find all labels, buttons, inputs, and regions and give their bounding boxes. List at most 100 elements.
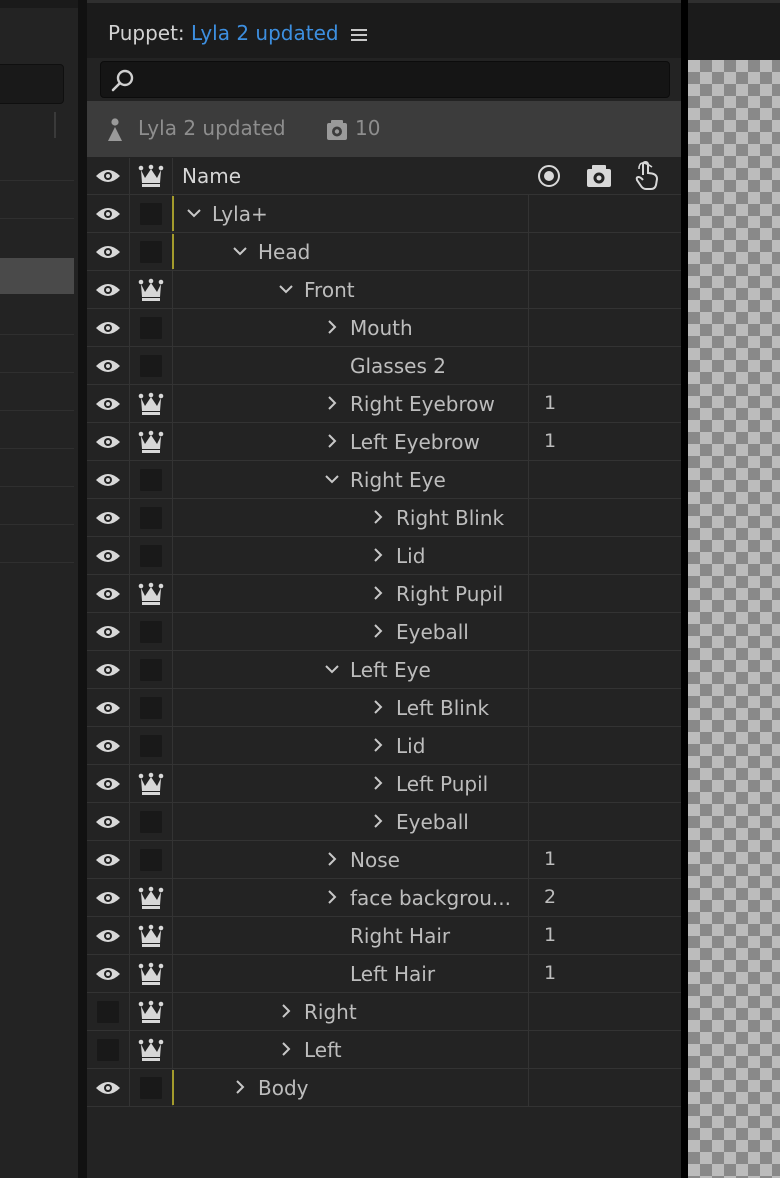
- chevron-right-icon[interactable]: [370, 509, 386, 525]
- chevron-right-icon[interactable]: [370, 775, 386, 791]
- layer-name-cell[interactable]: Front: [173, 271, 529, 308]
- leader-toggle[interactable]: [130, 309, 173, 346]
- chevron-right-icon[interactable]: [324, 851, 340, 867]
- visibility-toggle[interactable]: [87, 613, 130, 650]
- layer-row[interactable]: Right Eye: [87, 461, 681, 499]
- layer-name-cell[interactable]: Left Hair: [173, 955, 529, 992]
- chevron-right-icon[interactable]: [232, 1079, 248, 1095]
- leader-toggle[interactable]: [130, 385, 173, 422]
- visibility-toggle[interactable]: [87, 271, 130, 308]
- visibility-toggle[interactable]: [87, 423, 130, 460]
- visibility-toggle[interactable]: [87, 1031, 130, 1068]
- layer-name-cell[interactable]: Left Pupil: [173, 765, 529, 802]
- chevron-right-icon[interactable]: [278, 1003, 294, 1019]
- leader-toggle[interactable]: [130, 1031, 173, 1068]
- visibility-toggle[interactable]: [87, 537, 130, 574]
- visibility-toggle[interactable]: [87, 879, 130, 916]
- layer-name-cell[interactable]: Body: [172, 1069, 529, 1106]
- layer-name-cell[interactable]: Right Eyebrow: [173, 385, 529, 422]
- leader-toggle[interactable]: [130, 993, 173, 1030]
- layer-name-cell[interactable]: Head: [172, 233, 529, 270]
- layer-row[interactable]: Right Hair 1: [87, 917, 681, 955]
- layer-name-cell[interactable]: Right Hair: [173, 917, 529, 954]
- leader-toggle[interactable]: [130, 727, 173, 764]
- leader-toggle[interactable]: [130, 423, 173, 460]
- visibility-toggle[interactable]: [87, 461, 130, 498]
- visibility-toggle[interactable]: [87, 575, 130, 612]
- visibility-toggle[interactable]: [87, 841, 130, 878]
- layer-name-cell[interactable]: Nose: [173, 841, 529, 878]
- layer-row[interactable]: Body: [87, 1069, 681, 1107]
- chevron-down-icon[interactable]: [324, 471, 340, 487]
- visibility-toggle[interactable]: [87, 765, 130, 802]
- chevron-right-icon[interactable]: [370, 547, 386, 563]
- leader-toggle[interactable]: [130, 955, 173, 992]
- layer-name-cell[interactable]: Eyeball: [173, 803, 529, 840]
- layer-name-cell[interactable]: Left Eye: [173, 651, 529, 688]
- record-column-header[interactable]: [529, 158, 569, 194]
- leader-toggle[interactable]: [130, 613, 173, 650]
- layer-row[interactable]: Front: [87, 271, 681, 309]
- chevron-right-icon[interactable]: [324, 395, 340, 411]
- layer-name-cell[interactable]: Lyla+: [172, 195, 529, 232]
- layer-row[interactable]: Glasses 2: [87, 347, 681, 385]
- leader-toggle[interactable]: [130, 499, 173, 536]
- layer-row[interactable]: Left Blink: [87, 689, 681, 727]
- leader-toggle[interactable]: [130, 195, 173, 232]
- visibility-toggle[interactable]: [87, 917, 130, 954]
- layer-row[interactable]: Nose 1: [87, 841, 681, 879]
- layer-name-cell[interactable]: Right Pupil: [173, 575, 529, 612]
- visibility-toggle[interactable]: [87, 955, 130, 992]
- visibility-toggle[interactable]: [87, 689, 130, 726]
- layer-row[interactable]: Lid: [87, 727, 681, 765]
- leader-toggle[interactable]: [130, 537, 173, 574]
- layer-name-cell[interactable]: Lid: [173, 537, 529, 574]
- layer-row[interactable]: face backgrou... 2: [87, 879, 681, 917]
- layer-name-cell[interactable]: Left: [173, 1031, 529, 1068]
- chevron-right-icon[interactable]: [370, 585, 386, 601]
- leader-toggle[interactable]: [130, 575, 173, 612]
- visibility-toggle[interactable]: [87, 1069, 130, 1106]
- layer-row[interactable]: Left Eyebrow 1: [87, 423, 681, 461]
- chevron-right-icon[interactable]: [370, 699, 386, 715]
- layer-name-cell[interactable]: Glasses 2: [173, 347, 529, 384]
- visibility-toggle[interactable]: [87, 233, 130, 270]
- visibility-toggle[interactable]: [87, 195, 130, 232]
- chevron-right-icon[interactable]: [324, 319, 340, 335]
- chevron-right-icon[interactable]: [324, 433, 340, 449]
- layer-row[interactable]: Left: [87, 1031, 681, 1069]
- layer-row[interactable]: Right Pupil: [87, 575, 681, 613]
- visibility-toggle[interactable]: [87, 803, 130, 840]
- layer-row[interactable]: Mouth: [87, 309, 681, 347]
- leader-toggle[interactable]: [130, 271, 173, 308]
- leader-toggle[interactable]: [130, 347, 173, 384]
- layer-row[interactable]: Left Hair 1: [87, 955, 681, 993]
- layer-name-cell[interactable]: Right Eye: [173, 461, 529, 498]
- visibility-toggle[interactable]: [87, 309, 130, 346]
- visibility-toggle[interactable]: [87, 993, 130, 1030]
- layer-name-cell[interactable]: Lid: [173, 727, 529, 764]
- layer-row[interactable]: Lyla+: [87, 195, 681, 233]
- leader-toggle[interactable]: [130, 841, 173, 878]
- chevron-right-icon[interactable]: [370, 737, 386, 753]
- leader-toggle[interactable]: [130, 765, 173, 802]
- left-panel-selected-row[interactable]: [0, 258, 74, 294]
- layer-name-cell[interactable]: face backgrou...: [173, 879, 529, 916]
- visibility-toggle[interactable]: [87, 499, 130, 536]
- hamburger-menu-icon[interactable]: [351, 29, 367, 41]
- visibility-toggle[interactable]: [87, 347, 130, 384]
- layer-name-cell[interactable]: Right Blink: [173, 499, 529, 536]
- layer-row[interactable]: Eyeball: [87, 613, 681, 651]
- chevron-down-icon[interactable]: [186, 205, 202, 221]
- touch-column-header[interactable]: [627, 158, 667, 194]
- search-input[interactable]: [135, 66, 659, 94]
- chevron-right-icon[interactable]: [324, 889, 340, 905]
- layer-row[interactable]: Right Blink: [87, 499, 681, 537]
- chevron-down-icon[interactable]: [324, 661, 340, 677]
- leader-toggle[interactable]: [130, 461, 173, 498]
- leader-toggle[interactable]: [130, 651, 173, 688]
- layer-row[interactable]: Right Eyebrow 1: [87, 385, 681, 423]
- behavior-column-header[interactable]: [579, 158, 619, 194]
- leader-toggle[interactable]: [130, 233, 173, 270]
- leader-toggle[interactable]: [130, 1069, 173, 1106]
